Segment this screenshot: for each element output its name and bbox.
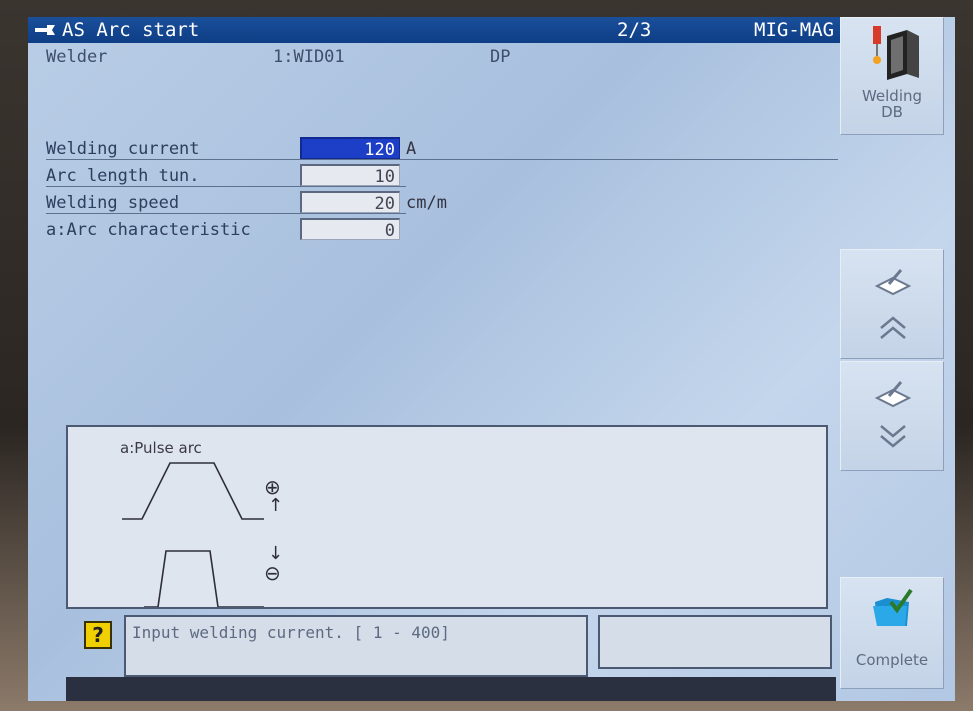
screen-title: AS Arc start [62, 19, 200, 41]
welder-label: Welder [46, 47, 108, 67]
complete-button[interactable]: Complete [840, 577, 944, 689]
folder-check-icon [873, 588, 913, 626]
welding-current-unit: A [406, 139, 417, 159]
param-label-arc-characteristic: a:Arc characteristic [46, 220, 251, 240]
pulse-waveform-diagram [122, 462, 264, 607]
page-up-button[interactable] [840, 249, 944, 359]
page-indicator: 2/3 [617, 19, 652, 41]
welding-current-field[interactable]: 120 [300, 137, 400, 160]
pendant-screen: AS Arc start 2/3 MIG-MAG Welder 1:WID01 … [28, 17, 955, 701]
param-label-welding-speed: Welding speed [46, 193, 180, 213]
double-chevron-down-icon [880, 425, 906, 448]
arrow-up-icon: ↑ [268, 495, 284, 516]
status-message: Input welding current. [ 1 - 400] [124, 615, 588, 677]
welder-value: 1:WID01 [273, 47, 345, 67]
page-down-button[interactable] [840, 361, 944, 471]
arc-length-field[interactable]: 10 [300, 164, 400, 187]
process-mode: MIG-MAG [754, 19, 835, 41]
welding-db-button[interactable]: Welding DB [840, 17, 944, 135]
arc-characteristic-field[interactable]: 0 [300, 218, 400, 241]
welder-type: DP [490, 47, 511, 67]
help-icon[interactable]: ? [84, 621, 112, 649]
minus-circle-icon: ⊖ [264, 561, 281, 585]
param-label-welding-current: Welding current [46, 139, 200, 159]
double-chevron-up-icon [880, 316, 906, 339]
arc-info-panel: a:Pulse arc ⊕ ↑ ↓ ⊖ [66, 425, 828, 609]
book-pen-icon [875, 381, 911, 408]
welding-speed-unit: cm/m [406, 193, 447, 213]
info-panel-title: a:Pulse arc [120, 439, 202, 457]
welding-db-label: Welding DB [861, 87, 923, 121]
title-bar: AS Arc start 2/3 MIG-MAG [28, 17, 840, 43]
status-secondary-box [598, 615, 832, 669]
welding-speed-field[interactable]: 20 [300, 191, 400, 214]
book-pen-icon [875, 269, 911, 296]
welding-db-icon [873, 26, 919, 80]
param-label-arc-length: Arc length tun. [46, 166, 200, 186]
wrench-icon [35, 25, 55, 35]
status-strip [66, 677, 836, 701]
complete-label: Complete [855, 651, 929, 669]
